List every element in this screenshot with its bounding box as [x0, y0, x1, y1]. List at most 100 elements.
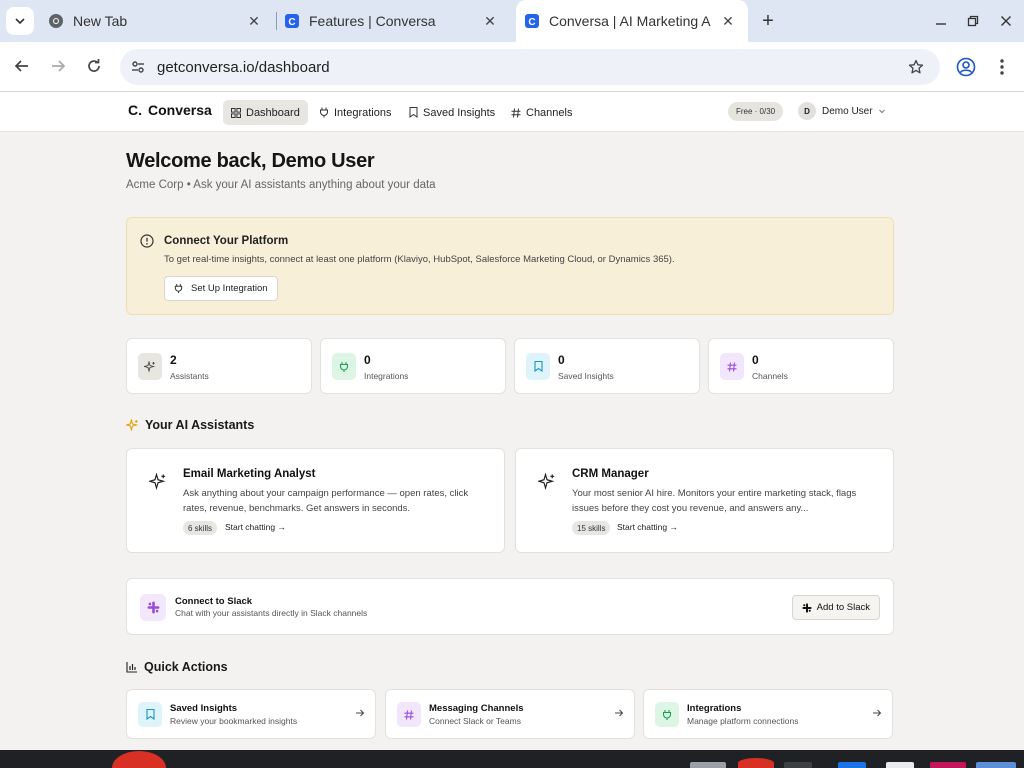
nav-channels[interactable]: Channels — [503, 100, 580, 125]
arrow-right-icon — [356, 709, 365, 717]
quick-action-subtitle: Manage platform connections — [687, 716, 799, 726]
plug-icon — [655, 702, 679, 727]
slack-icon — [802, 602, 812, 613]
slack-title: Connect to Slack — [175, 596, 253, 607]
stat-label: Assistants — [170, 371, 209, 381]
shelf-app-icon[interactable] — [930, 762, 966, 768]
setup-integration-button[interactable]: Set Up Integration — [164, 276, 278, 301]
arrow-left-icon — [14, 60, 28, 72]
browser-menu-button[interactable] — [990, 55, 1014, 79]
assistants-section-title: Your AI Assistants — [126, 418, 254, 432]
reload-button[interactable] — [82, 54, 106, 78]
browser-tab-new-tab[interactable]: New Tab ✕ — [44, 0, 274, 42]
stat-label: Integrations — [364, 371, 409, 381]
nav-dashboard[interactable]: Dashboard — [223, 100, 308, 125]
plug-icon — [332, 353, 356, 380]
stat-label: Channels — [752, 371, 788, 381]
url-text[interactable]: getconversa.io/dashboard — [157, 59, 330, 76]
quick-action-subtitle: Connect Slack or Teams — [429, 716, 521, 726]
quick-action-integrations[interactable]: Integrations Manage platform connections — [643, 689, 893, 739]
back-button[interactable] — [10, 54, 34, 78]
stat-card-integrations[interactable]: 0 Integrations — [320, 338, 506, 394]
tab-title: Features | Conversa — [309, 13, 436, 29]
bookmark-star-icon[interactable] — [906, 57, 926, 77]
nav-label: Dashboard — [246, 106, 300, 119]
site-info-icon[interactable] — [128, 57, 148, 77]
bookmark-icon — [138, 702, 162, 727]
logo-text: Conversa — [148, 102, 212, 118]
nav-integrations[interactable]: Integrations — [311, 100, 399, 125]
user-menu[interactable]: D Demo User — [798, 102, 886, 120]
quick-action-title: Saved Insights — [170, 703, 238, 714]
browser-tab-dashboard[interactable]: C Conversa | AI Marketing A ✕ — [516, 0, 748, 42]
quick-action-messaging-channels[interactable]: Messaging Channels Connect Slack or Team… — [385, 689, 635, 739]
minimize-button[interactable] — [930, 10, 952, 32]
shelf-app-icon[interactable] — [886, 762, 914, 768]
stat-value: 2 — [170, 353, 177, 367]
close-icon[interactable]: ✕ — [246, 13, 262, 29]
chevron-down-icon — [878, 109, 885, 114]
hash-icon — [720, 353, 744, 380]
minimize-icon — [936, 23, 946, 25]
sparkle-icon — [149, 473, 166, 491]
close-icon[interactable]: ✕ — [720, 13, 736, 29]
slack-subtitle: Chat with your assistants directly in Sl… — [175, 608, 368, 618]
address-bar[interactable]: getconversa.io/dashboard — [120, 49, 940, 85]
start-chatting-link[interactable]: Start chatting → — [617, 522, 678, 532]
assistant-card-email-marketing[interactable]: Email Marketing Analyst Ask anything abo… — [126, 448, 505, 553]
forward-button[interactable] — [46, 54, 70, 78]
hash-icon — [397, 702, 421, 727]
nav-label: Saved Insights — [423, 106, 496, 119]
conversa-icon: C — [525, 14, 539, 28]
tab-search-button[interactable] — [6, 7, 34, 35]
browser-tab-bar: New Tab ✕ C Features | Conversa ✕ C Conv… — [0, 0, 1024, 42]
bookmark-icon — [409, 107, 418, 118]
browser-tab-features[interactable]: C Features | Conversa ✕ — [280, 0, 510, 42]
shelf-app-icon[interactable] — [690, 762, 726, 768]
close-icon[interactable]: ✕ — [482, 13, 498, 29]
stat-card-saved-insights[interactable]: 0 Saved Insights — [514, 338, 700, 394]
user-name: Demo User — [822, 105, 873, 117]
plug-icon — [320, 107, 328, 118]
app-logo[interactable]: C. Conversa — [128, 102, 212, 118]
bar-chart-icon — [126, 662, 137, 673]
avatar: D — [798, 102, 816, 120]
arrow-right-icon — [52, 60, 66, 72]
stat-card-assistants[interactable]: 2 Assistants — [126, 338, 312, 394]
bookmark-icon — [526, 353, 550, 380]
connect-platform-alert: Connect Your Platform To get real-time i… — [126, 217, 894, 315]
slack-connect-card: Connect to Slack Chat with your assistan… — [126, 578, 894, 635]
quick-action-saved-insights[interactable]: Saved Insights Review your bookmarked in… — [126, 689, 376, 739]
nav-label: Channels — [526, 106, 573, 119]
close-icon — [1001, 16, 1011, 26]
profile-button[interactable] — [954, 55, 978, 79]
restore-button[interactable] — [962, 10, 984, 32]
new-tab-button[interactable]: + — [756, 9, 780, 33]
plan-usage-badge[interactable]: Free · 0/30 — [728, 102, 784, 121]
nav-saved-insights[interactable]: Saved Insights — [401, 100, 503, 125]
tab-title: Conversa | AI Marketing A — [549, 13, 711, 29]
link-label: Start chatting — [617, 522, 668, 532]
section-title-text: Quick Actions — [144, 660, 228, 674]
chevron-down-icon — [15, 18, 25, 25]
assistant-card-crm-manager[interactable]: CRM Manager Your most senior AI hire. Mo… — [515, 448, 894, 553]
add-to-slack-button[interactable]: Add to Slack — [791, 595, 880, 620]
launcher-icon[interactable] — [112, 751, 166, 768]
stat-card-channels[interactable]: 0 Channels — [708, 338, 894, 394]
start-chatting-link[interactable]: Start chatting → — [225, 522, 286, 532]
shelf-app-icon[interactable] — [976, 762, 1016, 768]
grid-icon — [231, 107, 241, 118]
shelf-app-icon[interactable] — [838, 762, 866, 768]
arrow-right-icon: → — [277, 522, 286, 532]
page-title: Welcome back, Demo User — [126, 150, 375, 172]
browser-toolbar: getconversa.io/dashboard — [0, 42, 1024, 92]
shelf-app-icon[interactable] — [738, 758, 774, 768]
logo-mark: C. — [128, 102, 142, 118]
page-subtitle: Acme Corp • Ask your AI assistants anyth… — [126, 179, 436, 191]
quick-action-subtitle: Review your bookmarked insights — [170, 716, 298, 726]
close-window-button[interactable] — [995, 10, 1017, 32]
chrome-icon — [49, 14, 63, 28]
quick-action-title: Integrations — [687, 703, 742, 714]
button-label: Set Up Integration — [191, 283, 268, 294]
shelf-app-icon[interactable] — [784, 762, 812, 768]
